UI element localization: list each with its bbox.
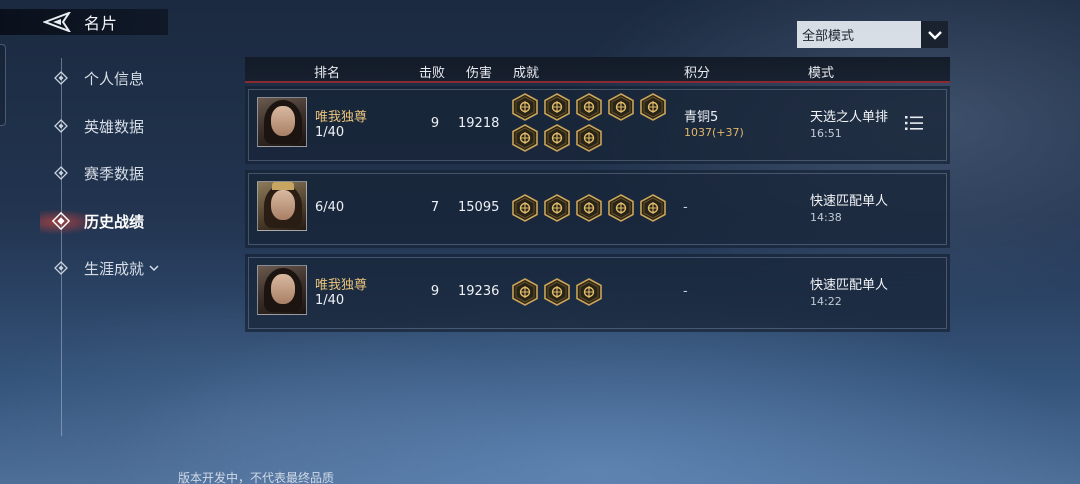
score-points: 1037(+37) <box>684 126 744 139</box>
achievement-badge-icon[interactable] <box>575 278 603 306</box>
rank-value: 1/40 <box>315 125 345 140</box>
diamond-icon <box>52 69 70 87</box>
chevron-down-icon <box>149 263 159 273</box>
column-header-mode: 模式 <box>808 66 835 81</box>
sidebar-item-season-data[interactable]: 赛季数据 <box>52 160 144 186</box>
match-time: 14:38 <box>810 211 842 224</box>
column-header-achievements: 成就 <box>513 66 540 81</box>
mode-filter-select[interactable]: 全部模式 <box>797 21 948 48</box>
footer-note: 版本开发中，不代表最终品质 <box>178 471 335 484</box>
mode-name: 快速匹配单人 <box>810 278 889 293</box>
mode-name: 天选之人单排 <box>810 110 889 125</box>
match-time: 14:22 <box>810 295 842 308</box>
score-value: - <box>683 200 688 215</box>
damage-value: 19218 <box>458 116 500 131</box>
sidebar-item-label: 赛季数据 <box>84 164 145 183</box>
match-row[interactable]: 唯我独尊 1/40 9 19218 青铜5 1037(+37) 天选之人单排 1… <box>245 86 950 164</box>
achievement-badge-icon[interactable] <box>511 278 539 306</box>
hero-avatar <box>257 97 307 147</box>
achievement-badge-icon[interactable] <box>607 194 635 222</box>
score-tier: 青铜5 <box>684 110 719 125</box>
rank-value: 6/40 <box>315 200 345 215</box>
achievement-badge-icon[interactable] <box>607 93 635 121</box>
page-header: 名片 <box>0 9 168 35</box>
hero-avatar <box>257 181 307 231</box>
hero-avatar <box>257 265 307 315</box>
column-header-kills: 击败 <box>419 66 446 81</box>
player-name: 唯我独尊 <box>315 278 368 293</box>
achievement-badge-icon[interactable] <box>511 194 539 222</box>
sidebar: 个人信息 英雄数据 赛季数据 历史战绩 生涯成就 <box>0 58 220 438</box>
damage-value: 15095 <box>458 200 500 215</box>
achievement-badge-icon[interactable] <box>543 278 571 306</box>
score-value: - <box>683 284 688 299</box>
sidebar-item-label: 历史战绩 <box>84 212 145 231</box>
details-list-icon[interactable] <box>905 115 923 131</box>
achievement-badge-icon[interactable] <box>639 194 667 222</box>
damage-value: 19236 <box>458 284 500 299</box>
achievement-badge-icon[interactable] <box>511 124 539 152</box>
table-header: 排名 击败 伤害 成就 积分 模式 <box>245 57 950 83</box>
match-time: 16:51 <box>810 127 842 140</box>
kills-value: 7 <box>430 200 440 215</box>
match-row[interactable]: 6/40 7 15095 - 快速匹配单人 14:38 <box>245 170 950 248</box>
diamond-icon <box>52 164 70 182</box>
achievement-badge-icon[interactable] <box>543 124 571 152</box>
column-header-score: 积分 <box>684 66 711 81</box>
column-header-damage: 伤害 <box>466 66 493 81</box>
diamond-icon <box>52 259 70 277</box>
sidebar-item-career-achievements[interactable]: 生涯成就 <box>52 255 159 281</box>
achievement-badge-icon[interactable] <box>575 124 603 152</box>
page-title: 名片 <box>84 14 119 33</box>
sidebar-item-label: 英雄数据 <box>84 117 145 136</box>
sidebar-item-label: 生涯成就 <box>84 259 145 278</box>
diamond-icon <box>52 117 70 135</box>
kills-value: 9 <box>430 116 440 131</box>
sidebar-item-profile[interactable]: 个人信息 <box>52 65 144 91</box>
sidebar-item-hero-data[interactable]: 英雄数据 <box>52 113 144 139</box>
chevron-down-icon[interactable] <box>921 21 948 48</box>
achievement-badge-icon[interactable] <box>575 194 603 222</box>
column-header-rank: 排名 <box>314 66 341 81</box>
achievement-badge-icon[interactable] <box>575 93 603 121</box>
achievement-badge-icon[interactable] <box>543 194 571 222</box>
sidebar-item-label: 个人信息 <box>84 69 145 88</box>
rank-value: 1/40 <box>315 293 345 308</box>
mode-filter-value: 全部模式 <box>802 29 855 44</box>
mode-name: 快速匹配单人 <box>810 194 889 209</box>
player-name: 唯我独尊 <box>315 110 368 125</box>
achievement-badge-icon[interactable] <box>511 93 539 121</box>
kills-value: 9 <box>430 284 440 299</box>
match-row[interactable]: 唯我独尊 1/40 9 19236 - 快速匹配单人 14:22 <box>245 254 950 332</box>
back-arrow-icon[interactable] <box>40 9 74 35</box>
sidebar-item-match-history[interactable]: 历史战绩 <box>52 208 144 234</box>
achievement-badge-icon[interactable] <box>543 93 571 121</box>
achievement-badge-icon[interactable] <box>639 93 667 121</box>
diamond-active-icon <box>52 211 70 231</box>
